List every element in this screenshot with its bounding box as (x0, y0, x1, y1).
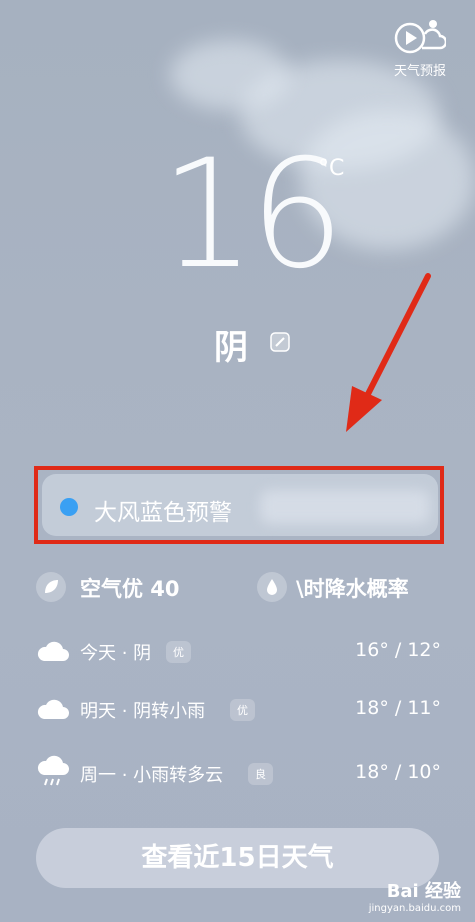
rain-probability-text[interactable]: \时降水概率 (296, 573, 409, 603)
highlight-box (34, 466, 444, 544)
cloud-icon (37, 641, 69, 661)
play-cloud-icon (394, 20, 446, 54)
day-label: 周一 · 小雨转多云 (80, 765, 224, 786)
temperature-range: 16° / 12° (355, 639, 441, 661)
temperature-unit: °C (318, 156, 345, 181)
aqi-badge: 良 (248, 763, 273, 785)
annotation-arrow (346, 273, 431, 432)
temperature-range: 18° / 11° (355, 697, 441, 719)
aqi-badge: 优 (166, 641, 191, 663)
cloud-icon (37, 699, 69, 719)
background-cloud (170, 40, 290, 110)
watermark: Bai 经验 jingyan.baidu.com (369, 877, 461, 914)
weather-forecast-button[interactable]: 天气预报 (385, 16, 455, 86)
watermark-main: Bai 经验 (386, 881, 461, 902)
current-temperature: 16 (160, 128, 345, 302)
day-label: 明天 · 阴转小雨 (80, 701, 206, 722)
daily-forecast-row[interactable]: 周一 · 小雨转多云 良 18° / 10° (36, 755, 441, 795)
temperature-range: 18° / 10° (355, 761, 441, 783)
forecast-label: 天气预报 (393, 64, 446, 79)
rain-cloud-icon (37, 755, 69, 786)
day-label: 今天 · 阴 (80, 643, 152, 664)
leaf-icon (36, 572, 66, 602)
raindrop-icon (257, 572, 287, 602)
air-quality-text[interactable]: 空气优 40 (80, 573, 180, 603)
current-condition: 阴 (214, 328, 248, 368)
aqi-badge: 优 (230, 699, 255, 721)
edit-icon[interactable] (270, 332, 290, 352)
daily-forecast-row[interactable]: 今天 · 阴 优 16° / 12° (36, 633, 441, 673)
daily-forecast-row[interactable]: 明天 · 阴转小雨 优 18° / 11° (36, 691, 441, 731)
watermark-sub: jingyan.baidu.com (368, 903, 461, 914)
